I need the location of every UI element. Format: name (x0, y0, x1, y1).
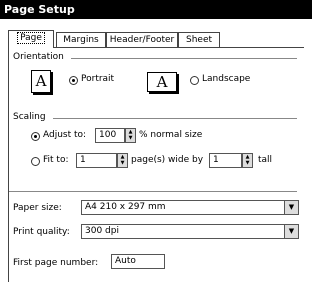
tab-header-footer[interactable]: Header/Footer (106, 32, 178, 47)
spin-down-icon[interactable]: ▼ (243, 160, 252, 166)
fit-to-radio[interactable] (31, 157, 40, 166)
print-quality-select[interactable]: 300 dpi ▼ (81, 224, 299, 239)
fit-wide-suffix-label: page(s) wide by (131, 155, 204, 165)
paper-size-value: A4 210 x 297 mm (85, 202, 166, 212)
fit-tall-suffix-label: tall (258, 155, 273, 165)
page-setup-dialog: Page Margins Header/Footer Sheet Orienta… (0, 19, 312, 282)
chevron-down-icon[interactable]: ▼ (284, 225, 298, 238)
print-quality-value: 300 dpi (85, 226, 119, 236)
adjust-to-label[interactable]: Adjust to: (43, 130, 86, 140)
paper-size-select[interactable]: A4 210 x 297 mm ▼ (81, 200, 299, 215)
tab-sheet-label: Sheet (185, 35, 213, 45)
adjust-suffix-label: % normal size (139, 130, 203, 140)
first-page-number-input[interactable]: Auto (111, 254, 165, 269)
tab-margins[interactable]: Margins (56, 32, 106, 47)
adjust-percent-input[interactable]: 100 (95, 128, 125, 143)
first-page-number-label: First page number: (13, 258, 99, 268)
adjust-to-radio[interactable] (31, 132, 40, 141)
spin-down-icon[interactable]: ▼ (126, 135, 135, 141)
fit-wide-input[interactable]: 1 (76, 153, 117, 168)
tab-header-footer-label: Header/Footer (109, 35, 175, 45)
section-divider (9, 191, 297, 192)
fit-tall-input[interactable]: 1 (209, 153, 242, 168)
portrait-page-icon: A (31, 70, 51, 93)
tab-margins-label: Margins (63, 35, 99, 45)
scaling-group-label: Scaling (13, 112, 46, 122)
landscape-label[interactable]: Landscape (202, 74, 250, 84)
portrait-radio[interactable] (69, 76, 78, 85)
paper-size-label: Paper size: (13, 203, 62, 213)
tab-page-label: Page (17, 32, 45, 44)
fit-tall-spinner[interactable]: ▲ ▼ (242, 153, 253, 168)
fit-wide-spinner[interactable]: ▲ ▼ (117, 153, 128, 168)
landscape-radio[interactable] (190, 76, 199, 85)
orientation-group-label: Orientation (13, 52, 64, 62)
title-bar: Page Setup (0, 0, 312, 19)
adjust-percent-spinner[interactable]: ▲ ▼ (125, 128, 136, 143)
orientation-divider (71, 58, 297, 59)
tab-page[interactable]: Page (8, 30, 54, 48)
portrait-label[interactable]: Portrait (81, 74, 114, 84)
chevron-down-icon[interactable]: ▼ (284, 201, 298, 214)
tab-panel-page: Orientation A Portrait A Landscape Scali… (8, 47, 304, 282)
spin-down-icon[interactable]: ▼ (118, 160, 127, 166)
tab-sheet[interactable]: Sheet (178, 32, 220, 47)
print-quality-label: Print quality: (13, 227, 70, 237)
landscape-page-icon: A (147, 72, 177, 92)
window-title: Page Setup (4, 3, 75, 16)
scaling-divider (53, 118, 297, 119)
fit-to-label[interactable]: Fit to: (43, 155, 68, 165)
